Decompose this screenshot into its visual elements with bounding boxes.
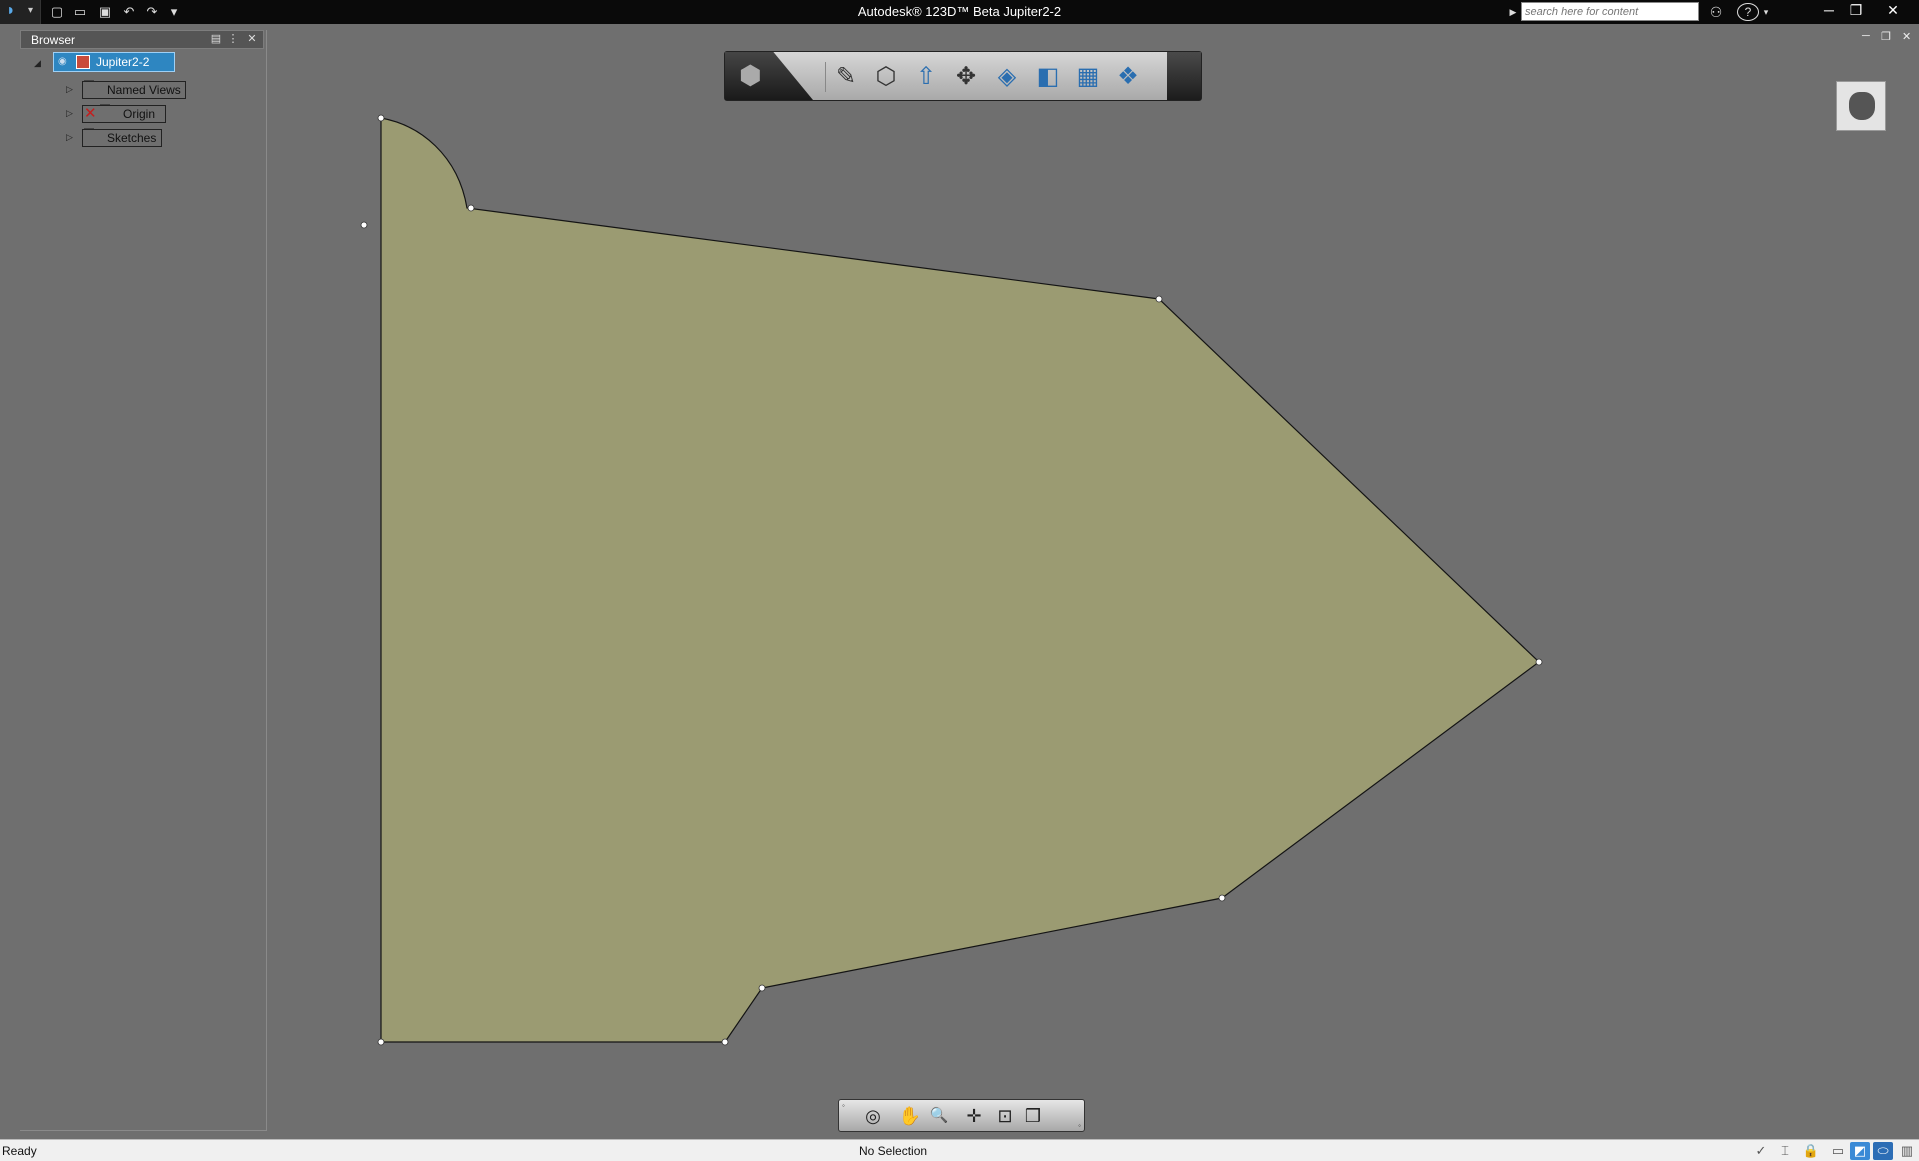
expand-arrow-icon[interactable]: ▷ — [66, 84, 76, 94]
main-toolbar: ⬢ ✎ ⬡ ⇧ ✥ ◈ ◧ ▦ ❖ — [724, 51, 1202, 101]
browser-close-icon[interactable]: ✕ — [245, 32, 259, 47]
navbar-settings-icon[interactable]: ◦ — [1078, 1121, 1081, 1130]
primitives-button[interactable]: ⬡ — [870, 61, 902, 93]
look-at-button[interactable]: ✛ — [960, 1104, 988, 1128]
layout-icon[interactable]: ▥ — [1897, 1142, 1917, 1160]
fit-button[interactable]: ⊡ — [991, 1104, 1019, 1128]
selection-status: No Selection — [859, 1144, 928, 1158]
fit-icon: ⊡ — [997, 1106, 1013, 1126]
status-bar: Ready No Selection ✓ ⌶ 🔒 ▭ ◩ ⬭ ▥ — [0, 1139, 1919, 1161]
shaded-mode-icon[interactable]: ◩ — [1850, 1142, 1870, 1160]
box-icon: ⬡ — [875, 63, 897, 90]
sketch-point[interactable] — [758, 984, 766, 992]
move-icon: ✥ — [955, 63, 977, 90]
materials-icon: ❖ — [1117, 63, 1139, 90]
browser-item-named-views[interactable]: ▷ Named Views — [20, 80, 220, 100]
pattern-button[interactable]: ▦ — [1072, 61, 1104, 93]
pattern-icon: ▦ — [1076, 63, 1100, 90]
browser-item-origin[interactable]: ▷ ✕ Origin — [20, 104, 220, 124]
collapse-icon[interactable]: ◢ — [34, 58, 44, 68]
sketch-icon: ✎ — [836, 63, 857, 90]
toolbar-end-cap — [1167, 52, 1201, 100]
browser-root-item[interactable]: ◉ Jupiter2-2 — [53, 52, 175, 72]
navigation-bar: ◦ ◎ ✋ 🔍 ✛ ⊡ ❒ ◦ — [838, 1099, 1085, 1132]
construct-button[interactable]: ⇧ — [910, 61, 942, 93]
main-menu-button[interactable]: ⬢ — [725, 52, 813, 100]
browser-filter-icon[interactable]: ▤ — [209, 32, 223, 47]
browser-header: Browser ▤ ⋮ ✕ — [20, 30, 264, 49]
component-icon — [76, 55, 90, 69]
arc-center-point[interactable] — [360, 221, 368, 229]
visibility-eye-icon[interactable]: ◉ — [58, 56, 67, 67]
orbit-button[interactable]: ◎ — [859, 1104, 887, 1128]
expand-arrow-icon[interactable]: ▷ — [66, 108, 76, 118]
sketch-point[interactable] — [467, 204, 475, 212]
viewport-restore-icon[interactable]: ❐ — [1881, 30, 1891, 43]
sketch-profile[interactable] — [380, 117, 1540, 1043]
viewcube[interactable] — [1836, 81, 1886, 131]
navbar-grip-icon[interactable]: ◦ — [842, 1101, 845, 1110]
sketch-button[interactable]: ✎ — [836, 61, 856, 93]
modify-icon: ◈ — [997, 63, 1017, 90]
orbit-icon: ◎ — [865, 1106, 881, 1126]
zoom-button[interactable]: 🔍 — [925, 1104, 953, 1128]
sketch-point[interactable] — [1218, 894, 1226, 902]
viewport-close-icon[interactable]: ✕ — [1902, 30, 1911, 43]
sketch-point[interactable] — [377, 114, 385, 122]
browser-panel: Browser ▤ ⋮ ✕ ◢ ◉ Jupiter2-2 ▷ Named Vie… — [20, 30, 267, 1131]
cube-logo-icon: ⬢ — [739, 60, 762, 90]
expand-arrow-icon[interactable]: ▷ — [66, 132, 76, 142]
check-icon[interactable]: ✓ — [1751, 1142, 1771, 1160]
transform-button[interactable]: ✥ — [950, 61, 982, 93]
view-icon: ❒ — [1024, 1106, 1042, 1126]
browser-item-sketches[interactable]: ▷ Sketches — [20, 128, 220, 148]
sketch-point[interactable] — [721, 1038, 729, 1046]
viewport-canvas[interactable] — [0, 0, 1919, 1161]
look-at-icon: ✛ — [966, 1106, 982, 1126]
combine-button[interactable]: ◧ — [1032, 61, 1064, 93]
visual-style-icon[interactable]: ⬭ — [1873, 1142, 1893, 1160]
toolbar-divider — [825, 62, 826, 92]
sketch-point[interactable] — [1535, 658, 1543, 666]
display-mode-icon[interactable]: ▭ — [1828, 1142, 1848, 1160]
zoom-icon: 🔍 — [929, 1107, 949, 1124]
browser-title: Browser — [31, 33, 76, 47]
combine-icon: ◧ — [1036, 63, 1060, 90]
pan-button[interactable]: ✋ — [896, 1104, 924, 1128]
browser-root-label: Jupiter2-2 — [96, 55, 150, 69]
browser-item-label: Sketches — [82, 129, 162, 147]
browser-item-label: Named Views — [82, 81, 186, 99]
modify-button[interactable]: ◈ — [991, 61, 1023, 93]
extrude-icon: ⇧ — [915, 63, 937, 90]
sketch-point[interactable] — [1155, 295, 1163, 303]
pan-icon: ✋ — [898, 1106, 922, 1126]
viewcube-face-icon — [1849, 92, 1875, 120]
viewport-minimize-icon[interactable]: ─ — [1862, 30, 1870, 42]
status-text: Ready — [2, 1144, 37, 1158]
materials-button[interactable]: ❖ — [1112, 61, 1144, 93]
view-mode-button[interactable]: ❒ — [1019, 1104, 1047, 1128]
hidden-visibility-icon[interactable]: ✕ — [84, 106, 102, 121]
sketch-point[interactable] — [377, 1038, 385, 1046]
grid-snap-icon[interactable]: ⌶ — [1775, 1142, 1795, 1160]
browser-pin-icon[interactable]: ⋮ — [226, 32, 240, 47]
lock-icon[interactable]: 🔒 — [1801, 1142, 1821, 1160]
